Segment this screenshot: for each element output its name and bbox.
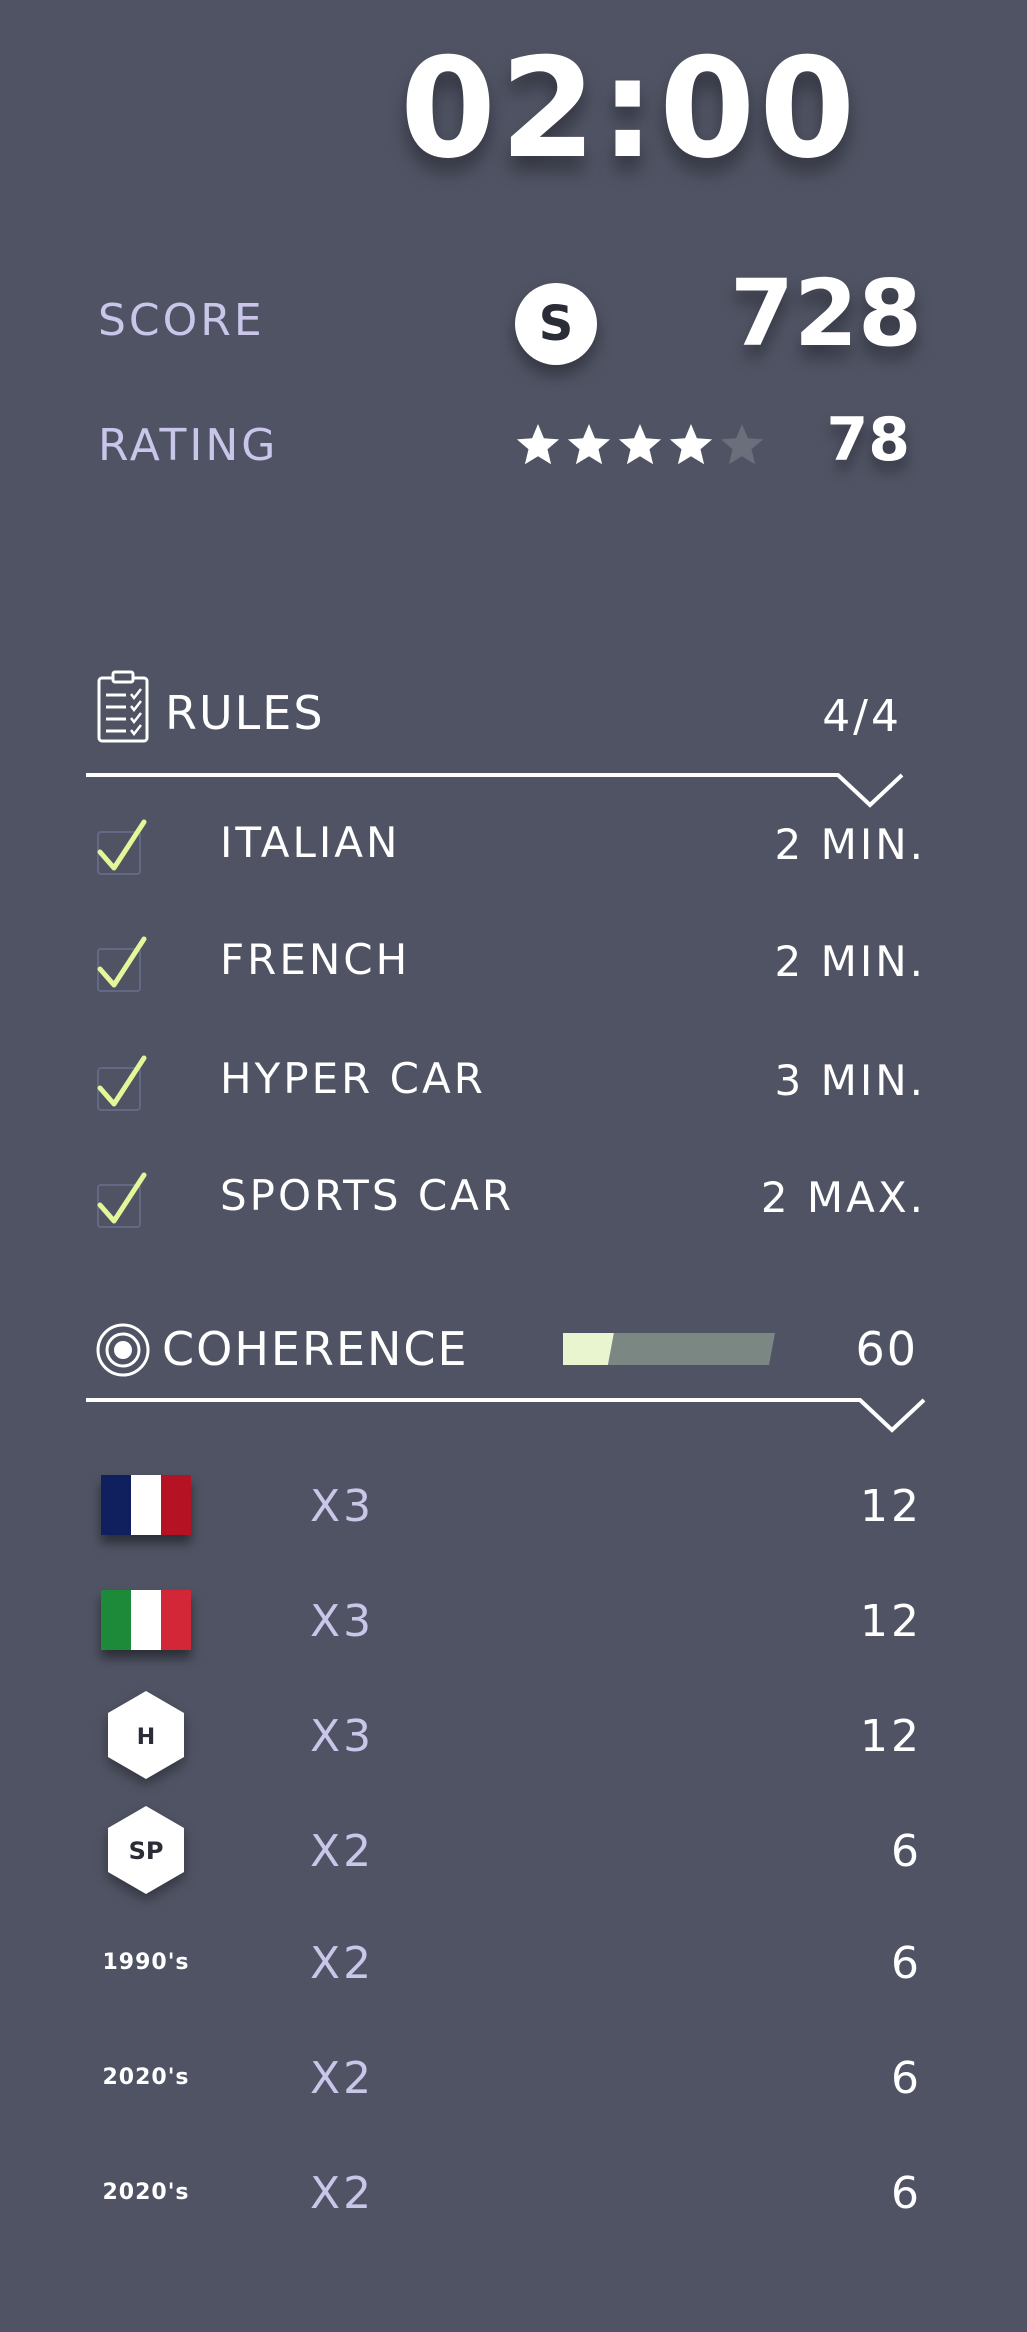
coherence-multiplier: X2 — [310, 2053, 375, 2104]
coherence-multiplier: X2 — [310, 2168, 375, 2219]
rules-title: RULES — [165, 686, 325, 740]
coherence-row: H X3 12 — [86, 1685, 926, 1785]
rating-label: RATING — [98, 420, 279, 471]
era-label: 2020's — [102, 2179, 190, 2205]
coherence-progress-bar — [563, 1333, 775, 1365]
coherence-multiplier: X2 — [310, 1938, 375, 1989]
rating-value: 78 — [826, 405, 911, 475]
rule-value: 2 MAX. — [760, 1173, 926, 1222]
star-filled-icon — [567, 424, 611, 465]
coherence-title: COHERENCE — [162, 1322, 469, 1376]
coherence-points: 6 — [891, 1826, 922, 1877]
rule-label: FRENCH — [220, 935, 411, 984]
check-icon — [97, 1172, 147, 1224]
coherence-points: 12 — [860, 1481, 922, 1532]
rule-label: ITALIAN — [220, 818, 401, 867]
coherence-multiplier: X3 — [310, 1711, 375, 1762]
svg-text:SP: SP — [129, 1837, 164, 1865]
rules-collapse-toggle[interactable] — [86, 765, 926, 815]
svg-text:H: H — [137, 1725, 155, 1750]
star-filled-icon — [516, 424, 560, 465]
italy-flag-icon — [101, 1590, 191, 1650]
rule-checkbox[interactable] — [92, 818, 152, 878]
score-value: 728 — [729, 260, 922, 367]
coherence-icon — [86, 1455, 206, 1555]
score-label: SCORE — [98, 295, 265, 346]
coherence-multiplier: X3 — [310, 1481, 375, 1532]
score-badge-letter: S — [538, 296, 574, 352]
coherence-multiplier: X2 — [310, 1826, 375, 1877]
check-icon — [97, 819, 147, 871]
coherence-icon: H — [86, 1685, 206, 1785]
coherence-points: 12 — [860, 1596, 922, 1647]
rule-row: SPORTS CAR 2 MAX. — [86, 1163, 926, 1243]
target-icon — [96, 1323, 150, 1377]
france-flag-icon — [101, 1475, 191, 1535]
coherence-row: 2020's X2 6 — [86, 2142, 926, 2242]
rule-checkbox[interactable] — [92, 1171, 152, 1231]
coherence-icon: SP — [86, 1800, 206, 1900]
star-empty-icon — [720, 424, 764, 465]
check-icon — [97, 936, 147, 988]
coherence-points: 6 — [891, 1938, 922, 1989]
coherence-icon: 2020's — [86, 2027, 206, 2127]
coherence-points: 6 — [891, 2053, 922, 2104]
coherence-row: 2020's X2 6 — [86, 2027, 926, 2127]
coherence-multiplier: X3 — [310, 1596, 375, 1647]
sports-car-hex-icon: SP — [108, 1806, 184, 1894]
coherence-row: SP X2 6 — [86, 1800, 926, 1900]
clipboard-checklist-icon — [97, 670, 149, 743]
check-icon — [97, 1055, 147, 1107]
rule-value: 2 MIN. — [774, 937, 926, 986]
rule-row: FRENCH 2 MIN. — [86, 927, 926, 1007]
rule-row: ITALIAN 2 MIN. — [86, 810, 926, 890]
coherence-points: 12 — [860, 1711, 922, 1762]
era-label: 2020's — [102, 2064, 190, 2090]
score-badge-icon: S — [515, 283, 597, 365]
rule-checkbox[interactable] — [92, 935, 152, 995]
countdown-timer: 02:00 — [400, 28, 860, 189]
rule-value: 3 MIN. — [774, 1056, 926, 1105]
coherence-collapse-toggle[interactable] — [86, 1388, 926, 1438]
hyper-car-hex-icon: H — [108, 1691, 184, 1779]
star-filled-icon — [669, 424, 713, 465]
rule-label: HYPER CAR — [220, 1054, 486, 1103]
rule-value: 2 MIN. — [774, 820, 926, 869]
coherence-value: 60 — [855, 1322, 918, 1376]
coherence-icon — [86, 1570, 206, 1670]
coherence-points: 6 — [891, 2168, 922, 2219]
coherence-row: X3 12 — [86, 1455, 926, 1555]
rule-label: SPORTS CAR — [220, 1171, 515, 1220]
era-label: 1990's — [102, 1949, 190, 1975]
rules-count: 4/4 — [822, 691, 902, 742]
rating-stars — [515, 422, 765, 470]
coherence-row: 1990's X2 6 — [86, 1912, 926, 2012]
rule-checkbox[interactable] — [92, 1054, 152, 1114]
star-filled-icon — [618, 424, 662, 465]
coherence-icon: 1990's — [86, 1912, 206, 2012]
rule-row: HYPER CAR 3 MIN. — [86, 1046, 926, 1126]
coherence-icon: 2020's — [86, 2142, 206, 2242]
coherence-row: X3 12 — [86, 1570, 926, 1670]
